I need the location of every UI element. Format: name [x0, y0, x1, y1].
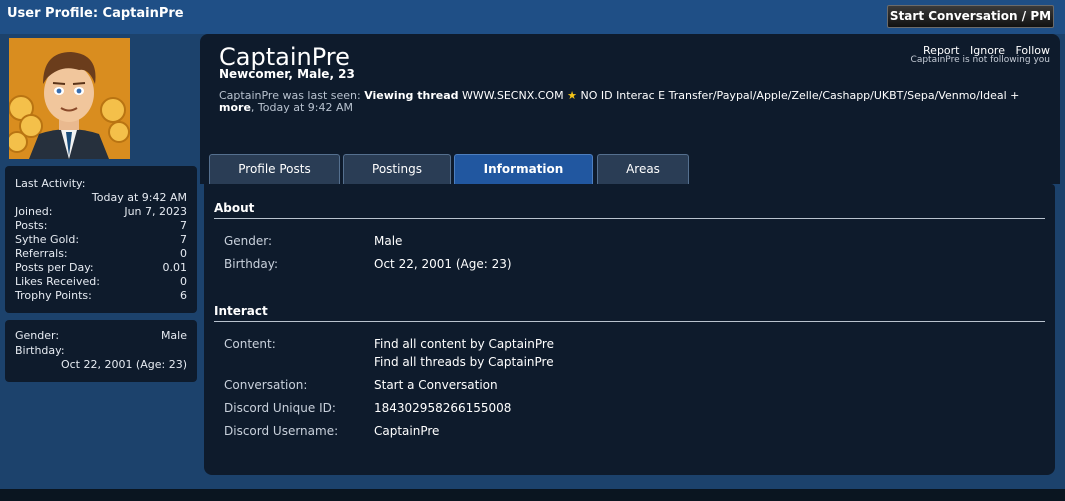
sidebar-birthday-row: Birthday: — [15, 344, 187, 358]
stat-label: Likes Received: — [15, 275, 100, 288]
user-title: Newcomer, Male, 23 — [219, 67, 355, 81]
interact-section-title: Interact — [214, 304, 1045, 322]
stat-value: 0 — [180, 275, 187, 288]
conversation-label: Conversation: — [224, 378, 308, 392]
about-gender-label: Gender: — [224, 234, 273, 248]
sidebar-gender-label: Gender: — [15, 329, 60, 342]
tab-information[interactable]: Information — [454, 154, 593, 184]
footer-strip — [0, 489, 1065, 501]
about-gender-value: Male — [374, 234, 403, 248]
avatar[interactable] — [9, 38, 130, 159]
last-seen-action: Viewing thread — [364, 89, 459, 102]
last-seen-thread-link[interactable]: WWW.SECNX.COM — [462, 89, 564, 102]
user-info-panel: Gender: Male Birthday: Oct 22, 2001 (Age… — [5, 320, 197, 382]
avatar-image — [9, 38, 130, 159]
tab-profile-posts[interactable]: Profile Posts — [209, 154, 340, 184]
stat-label: Joined: — [15, 205, 53, 218]
last-activity-value-row: Today at 9:42 AM — [15, 191, 187, 205]
tab-areas[interactable]: Areas — [597, 154, 689, 184]
page-title: User Profile: CaptainPre — [7, 6, 184, 21]
last-seen-thread-title[interactable]: NO ID Interac E Transfer/Paypal/Apple/Ze… — [580, 89, 1019, 102]
stat-row-likes: Likes Received: 0 — [15, 275, 187, 289]
stat-row-joined: Joined: Jun 7, 2023 — [15, 205, 187, 219]
stat-label: Posts: — [15, 219, 48, 232]
stat-row-referrals: Referrals: 0 — [15, 247, 187, 261]
stat-label: Trophy Points: — [15, 289, 92, 302]
stat-row-posts-per-day: Posts per Day: 0.01 — [15, 261, 187, 275]
last-seen: CaptainPre was last seen: Viewing thread… — [219, 90, 1039, 114]
discord-username-value: CaptainPre — [374, 424, 440, 438]
find-all-threads-link[interactable]: Find all threads by CaptainPre — [374, 355, 554, 369]
sidebar-gender-value: Male — [160, 329, 187, 342]
top-bar: User Profile: CaptainPre Start Conversat… — [0, 0, 1065, 34]
stat-value: 0.01 — [162, 261, 188, 274]
sidebar-birthday-label: Birthday: — [15, 344, 65, 357]
discord-id-label: Discord Unique ID: — [224, 401, 336, 415]
last-seen-more[interactable]: more — [219, 101, 251, 114]
start-conversation-button[interactable]: Start Conversation / PM — [887, 5, 1054, 28]
stat-value: 6 — [180, 289, 187, 302]
tab-postings[interactable]: Postings — [343, 154, 451, 184]
star-icon: ★ — [567, 89, 577, 102]
start-conversation-link[interactable]: Start a Conversation — [374, 378, 498, 392]
sidebar-gender-row: Gender: Male — [15, 329, 187, 343]
about-section-title: About — [214, 201, 1045, 219]
last-activity-value: Today at 9:42 AM — [91, 191, 187, 204]
stat-label: Referrals: — [15, 247, 68, 260]
sidebar-birthday-value-row: Oct 22, 2001 (Age: 23) — [15, 358, 187, 372]
stat-row-trophy-points: Trophy Points: 6 — [15, 289, 187, 303]
stat-value: 0 — [180, 247, 187, 260]
last-activity-row: Last Activity: — [15, 177, 187, 191]
about-birthday-value: Oct 22, 2001 (Age: 23) — [374, 257, 512, 271]
find-all-content-link[interactable]: Find all content by CaptainPre — [374, 337, 554, 351]
user-stats-panel: Last Activity: Today at 9:42 AM Joined: … — [5, 166, 197, 313]
last-activity-label: Last Activity: — [15, 177, 86, 190]
discord-username-label: Discord Username: — [224, 424, 339, 438]
last-seen-time: , Today at 9:42 AM — [250, 101, 353, 114]
stat-value: Jun 7, 2023 — [124, 205, 187, 218]
information-panel: About Gender: Male Birthday: Oct 22, 200… — [204, 184, 1055, 475]
stat-value: 7 — [180, 219, 187, 232]
content-label: Content: — [224, 337, 276, 351]
stat-row-sythe-gold: Sythe Gold: 7 — [15, 233, 187, 247]
follow-status: CaptainPre is not following you — [910, 55, 1050, 65]
discord-id-value: 184302958266155008 — [374, 401, 512, 415]
about-birthday-label: Birthday: — [224, 257, 279, 271]
sidebar-birthday-value: Oct 22, 2001 (Age: 23) — [60, 358, 187, 371]
stat-label: Sythe Gold: — [15, 233, 80, 246]
stat-value: 7 — [180, 233, 187, 246]
stat-row-posts: Posts: 7 — [15, 219, 187, 233]
stat-label: Posts per Day: — [15, 261, 94, 274]
